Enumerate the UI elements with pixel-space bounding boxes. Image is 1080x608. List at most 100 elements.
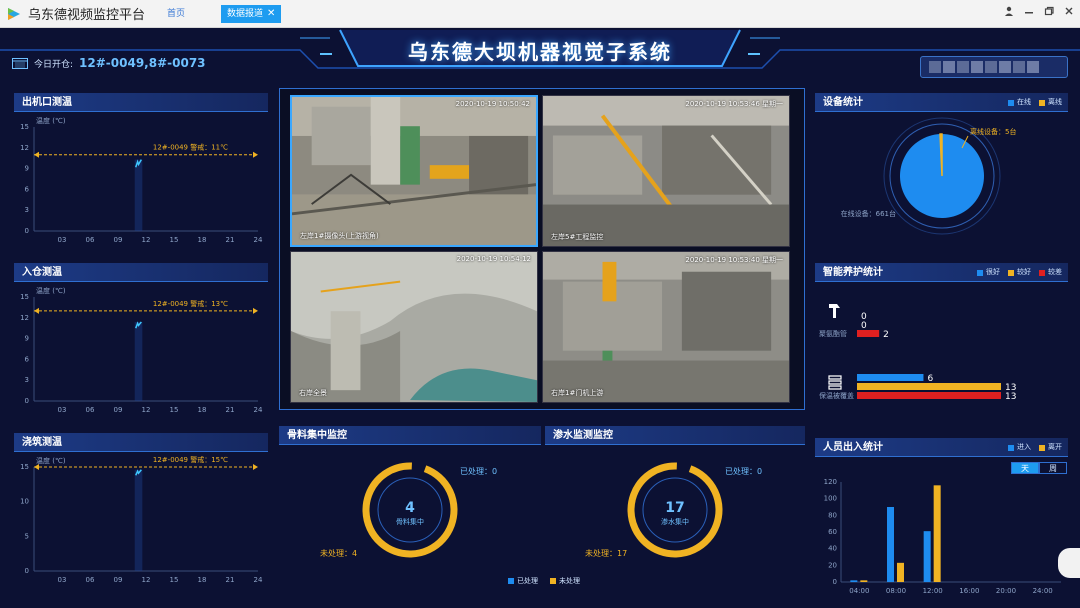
bar-较好 (857, 383, 1001, 390)
y-tick-label: 12 (20, 144, 29, 152)
x-tick-label: 21 (226, 576, 235, 584)
seepage-donut-chart: 17渗水集中 已处理：0 未处理：17 (585, 462, 762, 558)
legend-out: 离开 (1039, 438, 1062, 457)
x-tick-label: 15 (170, 236, 179, 244)
x-tick-label: 21 (226, 236, 235, 244)
tab-data-report-label: 数据报道 (227, 8, 264, 19)
center-label: 渗水集中 (661, 517, 689, 526)
camera-feed-3[interactable]: 2020-10-19 10:54:12 右岸全景 (290, 251, 538, 403)
camera-feed-1[interactable]: 2020-10-19 10:50:42 左岸1#摄像头(上游视角) (290, 95, 538, 247)
offline-label: 离线设备：5台 (970, 127, 1016, 136)
camera-name: 左岸5#工程监控 (551, 233, 604, 241)
x-tick-label: 18 (198, 576, 207, 584)
floating-assistant-icon[interactable] (1058, 548, 1080, 578)
x-tick-label: 24:00 (1033, 587, 1053, 595)
bar-进入 (850, 580, 858, 582)
tab-data-report[interactable]: 数据报道 ✕ (221, 4, 282, 23)
camera-timestamp: 2020-10-19 10:53:40 星期一 (685, 256, 783, 264)
bar-value-label: 13 (1005, 392, 1016, 402)
axis-unit-label: 温度 (℃) (36, 456, 66, 465)
close-window-icon[interactable] (1064, 6, 1074, 16)
camera-timestamp: 2020-10-19 10:53:46 星期一 (685, 100, 783, 108)
today-open-value: 12#-0049,8#-0073 (79, 56, 206, 70)
y-tick-label: 15 (20, 293, 29, 301)
bar-value-label: 0 (861, 321, 867, 331)
toggle-week[interactable]: 周 (1039, 462, 1067, 474)
bar-离开 (897, 562, 904, 582)
warning-arrow-left (34, 307, 39, 314)
x-tick-label: 12 (142, 236, 151, 244)
camera-name: 右岸1#门机上游 (551, 389, 604, 397)
category-label: 聚氨酯管 (819, 329, 847, 338)
y-tick-label: 120 (824, 478, 837, 486)
blanket-icon (828, 375, 842, 390)
warning-label: 12#-0049 警戒：15℃ (153, 455, 228, 464)
restore-icon[interactable] (1044, 6, 1054, 16)
center-value: 17 (665, 500, 684, 516)
device-stats-pie: 离线设备：5台在线设备：661台 (841, 117, 1016, 235)
series-area (134, 159, 143, 231)
y-tick-label: 5 (25, 532, 29, 540)
camera-feed-4[interactable]: 2020-10-19 10:53:40 星期一 右岸1#门机上游 (542, 251, 790, 403)
app-title: 乌东德视频监控平台 (28, 8, 146, 23)
calendar-icon (12, 58, 28, 69)
warning-arrow-right (253, 307, 258, 314)
x-tick-label: 06 (86, 576, 95, 584)
inlet-temp-title: 入仓测温 (14, 263, 268, 282)
y-tick-label: 3 (25, 376, 29, 384)
minimize-icon[interactable] (1024, 6, 1034, 16)
toggle-day[interactable]: 天 (1011, 462, 1039, 474)
y-tick-label: 15 (20, 123, 29, 131)
y-tick-label: 10 (20, 498, 29, 506)
series-area (134, 321, 143, 401)
close-icon[interactable]: ✕ (267, 5, 275, 23)
x-tick-label: 06 (86, 236, 95, 244)
today-open-label: 今日开仓: (34, 59, 74, 70)
y-tick-label: 0 (25, 227, 29, 235)
bar-离开 (933, 485, 941, 582)
warning-label: 12#-0049 警戒：11℃ (153, 143, 228, 152)
system-title: 乌东德大坝机器视觉子系统 (408, 40, 672, 64)
unprocessed-count: 未处理：4 (320, 548, 357, 558)
pour-temp-title: 浇筑测温 (14, 433, 268, 452)
legend-unprocessed: 未处理 (550, 576, 580, 586)
legend-ok: 较好 (1008, 263, 1031, 282)
video-wall: 2020-10-19 10:50:42 左岸1#摄像头(上游视角) 2020-1… (279, 88, 805, 410)
axis-unit-label: 温度 (℃) (36, 286, 66, 295)
maintenance-bar-chart: 聚氨酯管保温被覆盖06013213 (819, 304, 1016, 402)
x-tick-label: 03 (58, 236, 67, 244)
y-tick-label: 0 (25, 397, 29, 405)
window-titlebar: 乌东德视频监控平台 首页 数据报道 ✕ (0, 0, 1080, 28)
user-icon[interactable] (1004, 6, 1014, 16)
today-open-info: 今日开仓: 12#-0049,8#-0073 (12, 56, 206, 70)
device-stats-title: 设备统计 在线 离线 (815, 93, 1068, 112)
y-tick-label: 20 (828, 561, 837, 569)
x-tick-label: 06 (86, 406, 95, 414)
legend-bad: 较差 (1039, 263, 1062, 282)
camera-timestamp: 2020-10-19 10:50:42 (455, 100, 530, 108)
y-tick-label: 100 (824, 495, 837, 503)
camera-feed-2[interactable]: 2020-10-19 10:53:46 星期一 左岸5#工程监控 (542, 95, 790, 247)
valve-icon (829, 304, 840, 318)
processed-count: 已处理：0 (725, 466, 762, 476)
personnel-bar-chart: 0 20 40 60 80 100 120 04:00 08:00 12:00 16:00 20:00… (824, 478, 1061, 595)
bar-离开 (860, 580, 868, 582)
center-value: 4 (405, 500, 415, 516)
x-tick-label: 15 (170, 406, 179, 414)
warning-label: 12#-0049 警戒：13℃ (153, 299, 228, 308)
pour-temp-chart: 温度 (℃) 0 5 10 15 03 06 09 12 15 18 21 24 12#-0049 警戒：… (20, 455, 263, 584)
x-tick-label: 20:00 (996, 587, 1016, 595)
y-tick-label: 0 (833, 578, 837, 586)
aggregate-donut-chart: 4骨料集中 已处理：0 未处理：4 (320, 462, 497, 558)
series-area (134, 469, 143, 571)
y-tick-label: 9 (25, 335, 29, 343)
y-tick-label: 6 (25, 355, 30, 363)
app-logo-icon (8, 7, 20, 20)
y-tick-label: 80 (828, 511, 837, 519)
day-week-toggle: 天 周 (1011, 462, 1067, 474)
bar-较差 (857, 330, 880, 337)
bar-进入 (923, 531, 931, 582)
legend-processed: 已处理 (508, 576, 538, 586)
tab-home[interactable]: 首页 (161, 5, 191, 23)
bar-value-label: 6 (927, 374, 933, 384)
